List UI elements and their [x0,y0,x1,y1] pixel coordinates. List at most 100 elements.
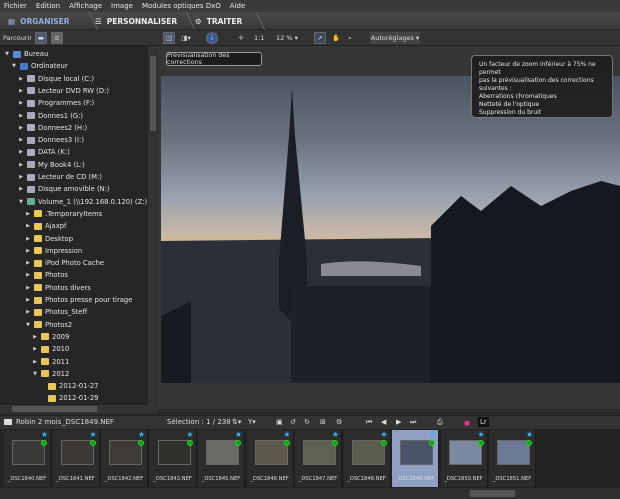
filmstrip-thumbnail[interactable]: ★ _DSC1845.NEF [198,430,245,487]
tree-item[interactable]: ▼ 2012 [32,368,69,380]
expand-arrow-icon[interactable]: ▼ [32,371,38,377]
folder-view-button[interactable]: ▬ [35,32,47,44]
menu-image[interactable]: Image [111,2,133,10]
expand-arrow-icon[interactable]: ▶ [25,285,31,291]
filmstrip-scrollbar[interactable] [0,488,620,499]
tree-item[interactable]: ▶ 2010 [32,343,69,355]
menu-aide[interactable]: Aide [230,2,245,10]
menu-modules-optiques-dxo[interactable]: Modules optiques DxO [142,2,221,10]
expand-arrow-icon[interactable]: ▶ [18,76,24,82]
star-icon[interactable]: ★ [41,430,48,439]
info-icon[interactable]: ▣ [276,418,283,426]
first-image-icon[interactable]: ⏮ [366,418,372,427]
expand-arrow-icon[interactable]: ▶ [25,297,31,303]
expand-arrow-icon[interactable]: ▶ [18,100,24,106]
tree-item[interactable]: ▶ My Book4 (L:) [18,159,85,171]
expand-arrow-icon[interactable]: ▶ [25,223,31,229]
expand-arrow-icon[interactable]: ▼ [11,63,17,69]
expand-arrow-icon[interactable]: ▶ [18,149,24,155]
filmstrip-thumbnail[interactable]: ★ _DSC1840.NEF [4,430,51,487]
star-icon[interactable]: ★ [186,430,193,439]
expand-arrow-icon[interactable]: ▶ [18,162,24,168]
expand-arrow-icon[interactable]: ▶ [18,186,24,192]
tree-item[interactable]: ▶ Donnes1 (G:) [18,110,83,122]
filmstrip-thumbnail[interactable]: ★ _DSC1848.NEF [343,430,391,487]
tree-item[interactable]: ▼ Volume_1 (\\192.168.0.120) (Z:) [18,196,147,208]
magnifier-icon[interactable]: ⌕ [345,32,355,44]
zoom-level-dropdown[interactable]: 12 % ▾ [276,32,298,44]
rotate-right-icon[interactable]: ↻ [304,418,310,426]
select-tool[interactable]: ➚ [314,32,326,44]
filmstrip-thumbnail[interactable]: ★ _DSC1841.NEF [52,430,100,487]
lightroom-export-button[interactable]: Lr [478,417,489,427]
previous-image-icon[interactable]: ◀ [381,418,386,426]
filmstrip-thumbnail[interactable]: ★ _DSC1851.NEF [489,430,536,487]
compare-button[interactable]: ◨▾ [178,32,194,44]
star-icon[interactable]: ★ [283,430,290,439]
expand-arrow-icon[interactable]: ▶ [18,174,24,180]
star-icon[interactable]: ★ [526,430,533,439]
sort-icon[interactable]: ⇅▾ [232,418,241,426]
star-icon[interactable]: ★ [138,430,145,439]
expand-arrow-icon[interactable]: ▼ [18,199,24,205]
expand-arrow-icon[interactable]: ▶ [25,309,31,315]
expand-arrow-icon[interactable]: ▶ [25,260,31,266]
expand-arrow-icon[interactable]: ▶ [32,334,38,340]
autoreglages-dropdown[interactable]: Autoréglages ▾ [370,32,420,44]
tree-horizontal-scrollbar[interactable] [0,405,158,413]
preview-corrections-button[interactable]: ◫ [163,32,175,44]
star-icon[interactable]: ★ [477,430,484,439]
expand-arrow-icon[interactable]: ▶ [18,88,24,94]
fit-icon[interactable]: ✛ [236,32,246,44]
expand-arrow-icon[interactable]: ▶ [18,125,24,131]
tree-item[interactable]: ▶ Photos [25,269,68,281]
tree-item[interactable]: ▶ Impression [25,245,82,257]
tab-personnaliser[interactable]: ☰ PERSONNALISER [95,12,196,30]
star-icon[interactable]: ★ [332,430,339,439]
tree-item[interactable]: ▶ DATA (K:) [18,146,70,158]
tree-item[interactable]: ▶ Donnees3 (I:) [18,134,84,146]
print-icon[interactable]: ⎙ [437,418,443,427]
expand-arrow-icon[interactable]: ▶ [25,248,31,254]
info-button[interactable]: i [206,32,218,44]
filmstrip-thumbnail[interactable]: ★ _DSC1849.NEF [392,430,439,487]
tree-item[interactable]: ▶ .TemporaryItems [25,208,102,220]
tree-item[interactable]: ▶ Donnees2 (H:) [18,122,87,134]
filmstrip-thumbnail[interactable]: ★ _DSC1847.NEF [295,430,342,487]
next-image-icon[interactable]: ▶ [396,418,401,426]
last-image-icon[interactable]: ⏭ [410,418,416,427]
expand-arrow-icon[interactable]: ▼ [4,51,10,57]
tree-item[interactable]: ▶ Photos divers [25,282,91,294]
flickr-icon[interactable]: ● [464,419,470,427]
tree-item[interactable]: ▶ Photos_Steff [25,306,87,318]
expand-arrow-icon[interactable]: ▶ [25,236,31,242]
star-icon[interactable]: ★ [235,430,242,439]
tree-item[interactable]: ▶ Disque amovible (N:) [18,183,110,195]
fullscreen-icon[interactable]: ⊞ [320,418,326,426]
main-photo[interactable] [161,76,620,383]
expand-arrow-icon[interactable]: ▶ [18,137,24,143]
tree-item[interactable]: ▶ 2011 [32,356,69,368]
filter-icon[interactable]: Y▾ [248,418,256,426]
menu-affichage[interactable]: Affichage [69,2,102,10]
expand-arrow-icon[interactable]: ▶ [32,359,38,365]
tree-item[interactable]: ▼ Photos2 [25,319,72,331]
tree-item[interactable]: ▶ iPod Photo Cache [25,257,104,269]
star-icon[interactable]: ★ [429,430,436,439]
tree-item[interactable]: ▼ Ordinateur [11,60,68,72]
tab-traiter[interactable]: ⚙ TRAITER [195,12,266,30]
filmstrip-thumbnail[interactable]: ★ _DSC1850.NEF [440,430,488,487]
expand-arrow-icon[interactable]: ▶ [32,346,38,352]
menu-fichier[interactable]: Fichier [4,2,27,10]
hand-tool-icon[interactable]: ✋ [331,32,341,44]
tree-item[interactable]: ▼ Bureau [4,48,48,60]
tree-item[interactable]: 2012-01-29 [39,392,99,404]
filmstrip-thumbnail[interactable]: ★ _DSC1846.NEF [246,430,294,487]
tree-vertical-scrollbar[interactable] [147,46,158,405]
expand-arrow-icon[interactable]: ▼ [25,322,31,328]
tree-item[interactable]: 2012-01-27 [39,380,99,392]
settings-icon[interactable]: ⚙ [336,418,342,426]
tree-item[interactable]: ▶ Desktop [25,233,73,245]
filmstrip-thumbnail[interactable]: ★ _DSC1843.NEF [149,430,197,487]
star-icon[interactable]: ★ [380,430,387,439]
